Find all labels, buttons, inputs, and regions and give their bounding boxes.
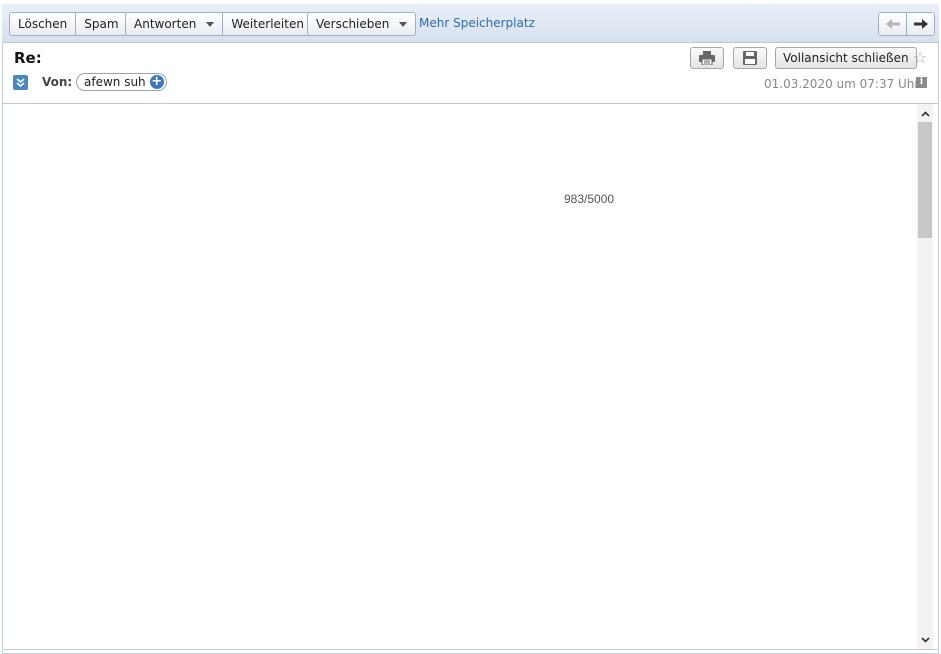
forward-button[interactable]: Weiterleiten	[223, 13, 312, 35]
expand-header-button[interactable]	[13, 75, 28, 90]
arrow-left-icon	[885, 19, 900, 29]
sender-name: afewn suh	[84, 75, 146, 89]
save-button[interactable]	[733, 47, 767, 69]
chevron-down-icon	[399, 22, 408, 27]
vertical-scrollbar[interactable]	[917, 104, 933, 650]
arrow-right-icon	[913, 19, 928, 29]
sender-chip[interactable]: afewn suh +	[76, 73, 167, 91]
chevron-down-icon	[920, 637, 930, 643]
message-date: 01.03.2020 um 07:37 Uhr	[764, 77, 920, 91]
more-storage-link[interactable]: Mehr Speicherplatz	[419, 16, 535, 30]
close-full-view-button[interactable]: Vollansicht schließen	[775, 47, 917, 69]
chevron-up-icon	[920, 111, 930, 117]
previous-message-button[interactable]	[879, 13, 907, 35]
scroll-up-button[interactable]	[917, 106, 933, 122]
reply-button[interactable]: Antworten	[126, 13, 224, 35]
message-body	[3, 104, 917, 650]
delete-spam-group: Löschen Spam	[9, 12, 128, 36]
reply-forward-group: Antworten Weiterleiten	[125, 12, 313, 36]
scrollbar-thumb[interactable]	[918, 122, 932, 238]
chevron-down-icon[interactable]	[206, 22, 215, 27]
message-navigation	[878, 12, 935, 36]
message-subject: Re:	[14, 49, 42, 67]
character-counter: 983/5000	[564, 192, 615, 206]
floppy-disk-icon	[743, 51, 757, 65]
next-message-button[interactable]	[907, 13, 934, 35]
move-button[interactable]: Verschieben	[307, 12, 417, 36]
plus-circle-icon[interactable]: +	[149, 75, 164, 89]
printer-icon	[699, 51, 715, 65]
info-icon[interactable]: i	[916, 77, 927, 88]
from-label: Von:	[42, 75, 73, 89]
star-icon[interactable]: ☆	[913, 48, 927, 68]
delete-button[interactable]: Löschen	[10, 13, 77, 35]
message-toolbar: Löschen Spam Antworten Weiterleiten Vers…	[2, 4, 939, 43]
reply-label: Antworten	[134, 17, 197, 31]
print-button[interactable]	[690, 47, 724, 69]
scroll-down-button[interactable]	[917, 632, 933, 648]
double-chevron-down-icon	[16, 78, 25, 87]
move-label: Verschieben	[316, 17, 390, 31]
spam-button[interactable]: Spam	[76, 13, 126, 35]
bottom-divider	[3, 649, 938, 650]
